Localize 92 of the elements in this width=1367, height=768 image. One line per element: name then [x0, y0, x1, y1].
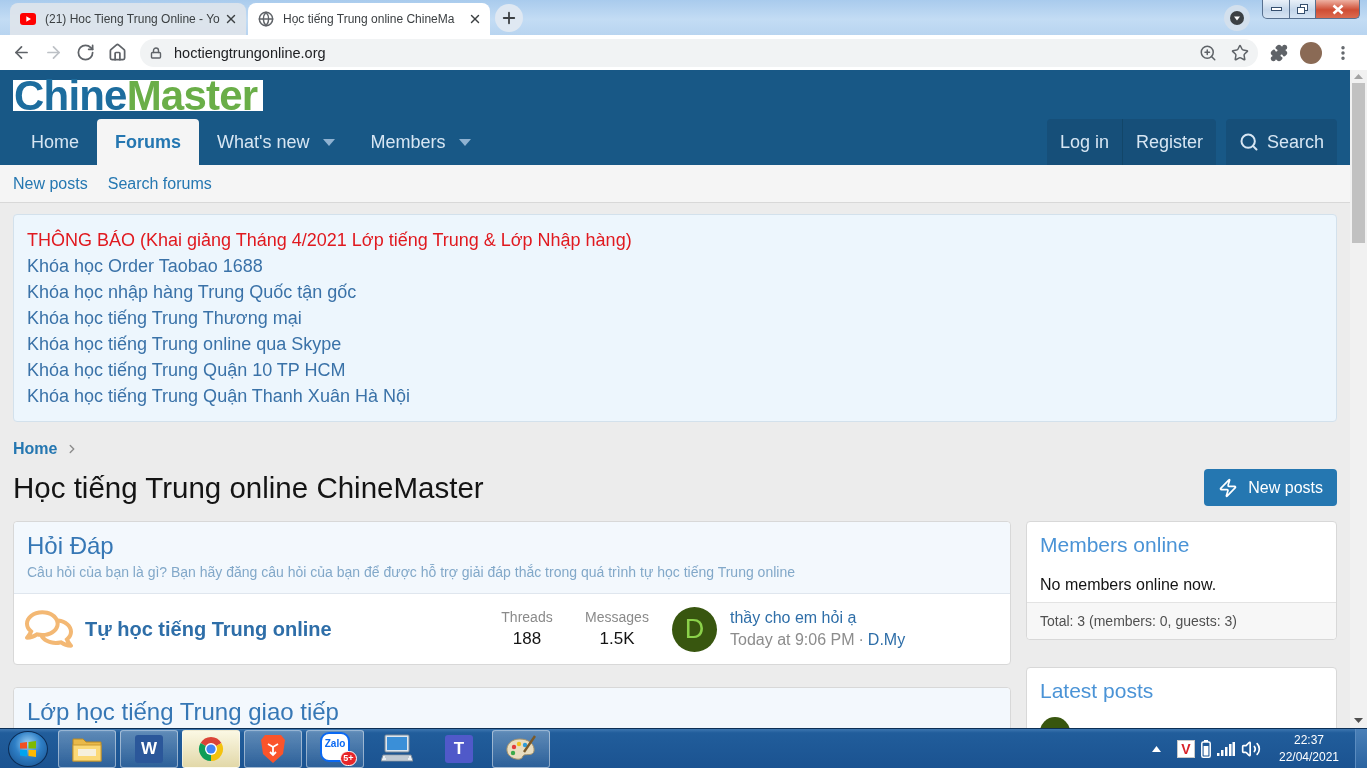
taskbar-button[interactable]	[244, 729, 302, 768]
circle-logo-icon	[197, 734, 225, 763]
nav-tab[interactable]: Members	[352, 119, 489, 165]
clock-date: 22/04/2021	[1278, 748, 1340, 766]
restore-icon	[1297, 4, 1308, 14]
tab-list-button[interactable]	[1224, 5, 1250, 31]
close-icon	[1331, 3, 1344, 15]
minimize-icon	[1270, 7, 1282, 11]
scrollbar-thumb[interactable]	[1352, 83, 1365, 243]
forum-title[interactable]: Tự học tiếng Trung online	[85, 617, 332, 641]
caret-down-icon[interactable]	[322, 138, 335, 146]
category-description: Câu hỏi của bạn là gì? Bạn hãy đăng câu hỏi của bạn để được hỗ trợ giải đáp thắc trong quá trình tự học tiếng Trung online	[27, 563, 796, 582]
new-posts-button[interactable]: New posts	[1204, 469, 1337, 506]
author-link[interactable]: D.My	[867, 629, 906, 651]
breadcrumb-link[interactable]: Home	[13, 440, 58, 458]
app-logo: W	[135, 734, 163, 763]
online-total: Total: 3 (members: 0, guests: 3)	[1027, 602, 1336, 639]
announcement-link[interactable]: Khóa học tiếng Trung Quận 10 TP HCM	[27, 357, 346, 383]
nav-tab[interactable]: Home	[13, 119, 97, 165]
shield-icon	[260, 733, 286, 764]
folder-icon	[72, 735, 102, 762]
clock-time: 22:37	[1294, 731, 1324, 749]
close-button[interactable]	[1316, 0, 1360, 19]
post-time: Today at 9:06 PM	[730, 630, 855, 650]
category-title[interactable]: Hỏi Đáp	[27, 532, 997, 559]
announcement-link[interactable]: Khóa học tiếng Trung online qua Skype	[27, 331, 342, 357]
palette-icon	[505, 734, 537, 763]
tray-app-logo[interactable]: V	[1177, 739, 1195, 758]
start-button[interactable]	[8, 730, 48, 767]
search-icon	[1238, 132, 1259, 152]
nav-tab[interactable]: Forums	[97, 119, 200, 165]
close-icon[interactable]	[224, 12, 238, 26]
lock-icon[interactable]	[150, 46, 162, 59]
announcement-link[interactable]: Khóa học tiếng Trung Thương mại	[27, 305, 302, 331]
taskbar-button[interactable]: Zalo 5+	[306, 729, 364, 768]
stat-label: Messages	[585, 608, 649, 627]
home-icon[interactable]	[107, 43, 127, 62]
page-title: Học tiếng Trung online ChineMaster	[13, 469, 484, 506]
subnav-link[interactable]: Search forums	[107, 174, 212, 193]
taskbar-button[interactable]: W	[120, 729, 178, 768]
restore-button[interactable]	[1290, 0, 1316, 19]
taskbar-button[interactable]	[58, 729, 116, 768]
scroll-down-icon[interactable]	[1354, 718, 1363, 723]
plus-icon	[500, 9, 518, 27]
app-logo: T	[445, 734, 473, 763]
site-logo[interactable]: ChineMaster	[13, 80, 263, 111]
tab-title: Học tiếng Trung online ChineMa	[283, 12, 456, 26]
signal-bars-icon[interactable]	[1217, 741, 1235, 756]
user-avatar[interactable]: D	[672, 606, 717, 652]
lightning-icon	[1218, 477, 1239, 498]
puzzle-icon[interactable]	[1270, 43, 1288, 62]
browser-tab[interactable]: (21) Hoc Tieng Trung Online - Yo	[10, 3, 246, 35]
minimize-button[interactable]	[1262, 0, 1290, 19]
scrollbar[interactable]	[1350, 70, 1367, 728]
stat-label: Threads	[501, 608, 553, 627]
taskbar-button[interactable]: T	[430, 729, 488, 768]
sidebar-title[interactable]: Latest posts	[1027, 668, 1336, 705]
caret-down-circle-icon	[1230, 11, 1244, 25]
battery-icon[interactable]	[1201, 739, 1211, 758]
close-icon[interactable]	[468, 12, 482, 26]
caret-down-icon[interactable]	[458, 138, 471, 146]
nav-tab[interactable]: What's new	[199, 119, 353, 165]
stat-value: 1.5K	[599, 628, 635, 650]
speaker-icon[interactable]	[1241, 738, 1261, 759]
browser-tab[interactable]: Học tiếng Trung online ChineMa	[248, 3, 490, 35]
video-play-icon	[20, 13, 36, 25]
caret-up-icon[interactable]	[1152, 745, 1161, 752]
search-button[interactable]: Search	[1225, 119, 1337, 165]
taskbar-button[interactable]	[492, 729, 550, 768]
subnav-link[interactable]: New posts	[13, 174, 88, 193]
announcement-link[interactable]: Khóa học nhập hàng Trung Quốc tận gốc	[27, 279, 357, 305]
computer-icon	[381, 733, 413, 764]
announcement-link[interactable]: Khóa học Order Taobao 1688	[27, 253, 263, 279]
sidebar-title[interactable]: Members online	[1027, 522, 1336, 559]
show-desktop-button[interactable]	[1355, 728, 1367, 768]
separator-dot: ·	[858, 630, 864, 650]
taskbar-button[interactable]	[182, 729, 240, 768]
reload-icon[interactable]	[75, 43, 95, 62]
url-text: hoctiengtrungonline.org	[174, 44, 326, 61]
flag-icon	[19, 740, 37, 757]
star-icon[interactable]	[1231, 43, 1249, 62]
globe-icon	[258, 11, 274, 27]
account-link[interactable]: Log in	[1046, 119, 1122, 165]
address-bar[interactable]: hoctiengtrungonline.org	[140, 38, 1258, 67]
new-tab-button[interactable]	[495, 4, 523, 32]
thread-link[interactable]: thầy cho em hỏi ạ	[730, 607, 906, 629]
sidebar-message: No members online now.	[1039, 575, 1218, 595]
announcement-link[interactable]: THÔNG BÁO (Khai giảng Tháng 4/2021 Lớp tiếng Trung & Lớp Nhập hàng)	[27, 227, 632, 253]
announcement-link[interactable]: Khóa học tiếng Trung Quận Thanh Xuân Hà Nội	[27, 383, 410, 409]
stat-value: 188	[512, 628, 542, 650]
profile-avatar[interactable]	[1300, 41, 1322, 64]
zoom-in-icon[interactable]	[1199, 43, 1217, 62]
